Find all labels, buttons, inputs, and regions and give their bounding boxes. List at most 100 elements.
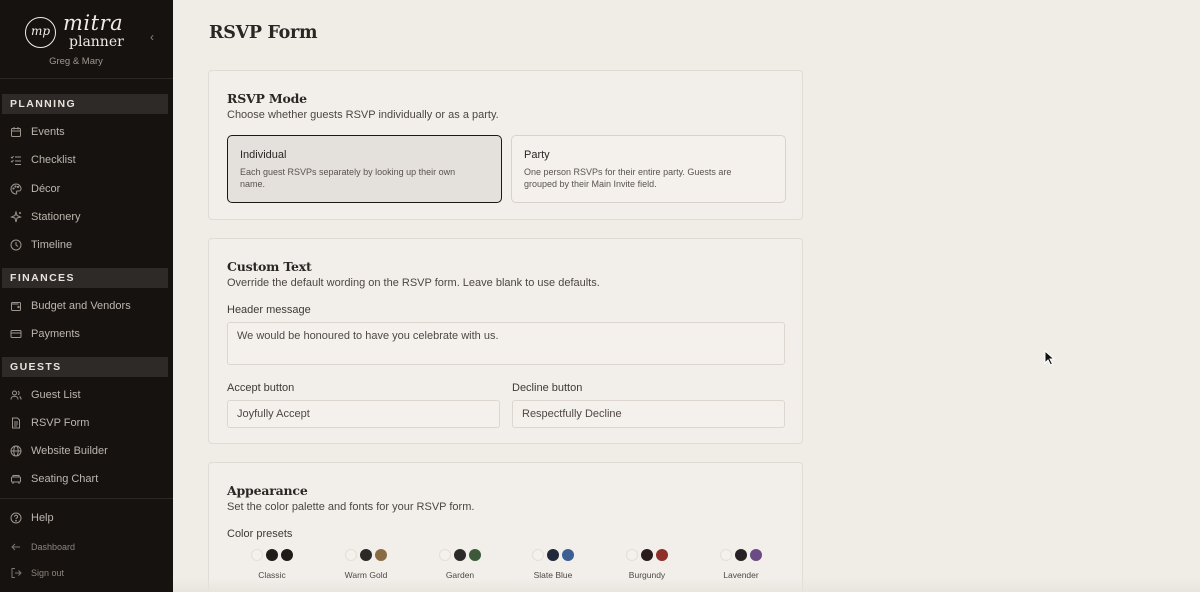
sidebar-item-label: Stationery: [31, 211, 81, 223]
checklist-icon: [10, 154, 22, 166]
mode-option-description: Each guest RSVPs separately by looking u…: [240, 167, 456, 189]
swatch: [626, 549, 638, 561]
sidebar-divider: [0, 498, 173, 499]
swatch: [469, 549, 481, 561]
sidebar-item-sign-out[interactable]: Sign out: [0, 562, 173, 584]
mode-option-description: One person RSVPs for their entire party.…: [524, 167, 732, 189]
swatch: [532, 549, 544, 561]
sidebar-item-label: Guest List: [31, 389, 81, 401]
rsvp-mode-description: Choose whether guests RSVP individually …: [227, 109, 499, 121]
wallet-icon: [10, 300, 22, 312]
decline-button-input[interactable]: Respectfully Decline: [512, 400, 785, 428]
sidebar-item-label: Checklist: [31, 154, 76, 166]
brand-name-plain: planner: [69, 34, 124, 50]
preset-swatches: [321, 549, 411, 561]
preset-classic[interactable]: Classic: [227, 549, 317, 580]
users-icon: [10, 389, 22, 401]
card-icon: [10, 328, 22, 340]
swatch: [750, 549, 762, 561]
sidebar-item-seating-chart[interactable]: Seating Chart: [0, 468, 173, 490]
swatch: [656, 549, 668, 561]
help-icon: [10, 512, 22, 524]
palette-icon: [10, 183, 22, 195]
sidebar-item-help[interactable]: Help: [0, 507, 173, 529]
sidebar-item-label: Décor: [31, 183, 61, 195]
swatch: [345, 549, 357, 561]
sidebar-item-label: RSVP Form: [31, 417, 90, 429]
main-content: RSVP Form RSVP Mode Choose whether guest…: [173, 0, 1200, 592]
sidebar-item-payments[interactable]: Payments: [0, 323, 173, 345]
sidebar-item-label: Help: [31, 512, 54, 524]
swatch: [251, 549, 263, 561]
logo-monogram-text: mp: [30, 24, 51, 38]
swatch: [266, 549, 278, 561]
preset-swatches: [696, 549, 786, 561]
sidebar-item-label: Timeline: [31, 239, 73, 251]
rsvp-mode-title: RSVP Mode: [227, 91, 307, 106]
scroll-fade: [173, 578, 1200, 592]
sidebar: mp mitra planner Greg & Mary ‹ PLANNING …: [0, 0, 173, 592]
sidebar-item-budget-and-vendors[interactable]: Budget and Vendors: [0, 295, 173, 317]
seat-icon: [10, 473, 22, 485]
sidebar-item-website-builder[interactable]: Website Builder: [0, 440, 173, 462]
sidebar-item-decor[interactable]: Décor: [0, 178, 173, 200]
preset-lavender[interactable]: Lavender: [696, 549, 786, 580]
sidebar-item-stationery[interactable]: Stationery: [0, 206, 173, 228]
brand-header: mp mitra planner Greg & Mary ‹: [0, 0, 173, 79]
decline-button-label: Decline button: [512, 382, 583, 394]
preset-swatches: [508, 549, 598, 561]
preset-burgundy[interactable]: Burgundy: [602, 549, 692, 580]
preset-garden[interactable]: Garden: [415, 549, 505, 580]
arrow-left-icon: [10, 541, 22, 553]
accept-button-label: Accept button: [227, 382, 295, 394]
sidebar-item-checklist[interactable]: Checklist: [0, 149, 173, 171]
sidebar-item-label: Website Builder: [31, 445, 108, 457]
mode-option-party[interactable]: Party One person RSVPs for their entire …: [511, 135, 786, 203]
swatch: [547, 549, 559, 561]
section-guests: GUESTS: [2, 357, 168, 377]
mode-option-title: Individual: [240, 149, 287, 161]
accept-button-input[interactable]: Joyfully Accept: [227, 400, 500, 428]
document-icon: [10, 417, 22, 429]
sidebar-item-label: Dashboard: [31, 542, 76, 552]
header-message-label: Header message: [227, 304, 311, 316]
preset-warm-gold[interactable]: Warm Gold: [321, 549, 411, 580]
sparkle-icon: [10, 211, 22, 223]
custom-text-description: Override the default wording on the RSVP…: [227, 277, 600, 289]
preset-slate-blue[interactable]: Slate Blue: [508, 549, 598, 580]
mode-option-individual[interactable]: Individual Each guest RSVPs separately b…: [227, 135, 502, 203]
sidebar-item-dashboard[interactable]: Dashboard: [0, 536, 173, 558]
sidebar-item-label: Seating Chart: [31, 473, 99, 485]
section-finances: FINANCES: [2, 268, 168, 288]
sidebar-item-label: Sign out: [31, 568, 65, 578]
sidebar-item-timeline[interactable]: Timeline: [0, 234, 173, 256]
mouse-cursor-icon: [1044, 350, 1056, 366]
swatch: [720, 549, 732, 561]
color-presets-label: Color presets: [227, 528, 293, 540]
preset-swatches: [602, 549, 692, 561]
sidebar-item-label: Events: [31, 126, 65, 138]
collapse-sidebar-chevron-icon[interactable]: ‹: [150, 30, 154, 44]
couple-name: Greg & Mary: [49, 56, 103, 67]
custom-text-title: Custom Text: [227, 259, 312, 274]
mode-option-title: Party: [524, 149, 550, 161]
brand-name-script: mitra: [63, 11, 124, 35]
globe-icon: [10, 445, 22, 457]
sidebar-item-rsvp-form[interactable]: RSVP Form: [0, 412, 173, 434]
sidebar-item-guest-list[interactable]: Guest List: [0, 384, 173, 406]
calendar-icon: [10, 126, 22, 138]
sidebar-item-label: Payments: [31, 328, 80, 340]
preset-swatches: [227, 549, 317, 561]
section-planning: PLANNING: [2, 94, 168, 114]
header-message-textarea[interactable]: We would be honoured to have you celebra…: [227, 322, 785, 365]
preset-swatches: [415, 549, 505, 561]
custom-text-card: Custom Text Override the default wording…: [208, 238, 803, 444]
appearance-card: Appearance Set the color palette and fon…: [208, 462, 803, 592]
swatch: [641, 549, 653, 561]
swatch: [281, 549, 293, 561]
swatch: [454, 549, 466, 561]
sidebar-item-events[interactable]: Events: [0, 121, 173, 143]
swatch: [562, 549, 574, 561]
appearance-title: Appearance: [227, 483, 308, 498]
swatch: [375, 549, 387, 561]
